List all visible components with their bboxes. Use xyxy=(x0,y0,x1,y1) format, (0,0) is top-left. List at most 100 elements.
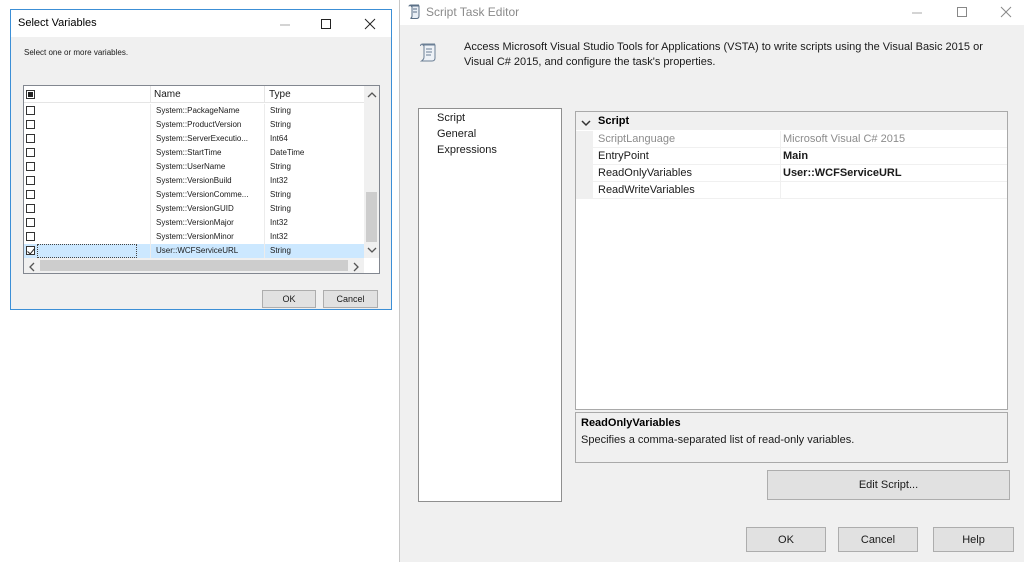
property-value: Microsoft Visual C# 2015 xyxy=(783,133,906,145)
select-variables-titlebar: Select Variables xyxy=(11,10,391,37)
chevron-left-icon[interactable] xyxy=(26,260,38,272)
variable-row[interactable]: System::VersionGUID String xyxy=(24,202,364,216)
property-value[interactable]: Main xyxy=(783,150,808,162)
variable-name: System::VersionMinor xyxy=(156,232,234,241)
column-header-name[interactable]: Name xyxy=(154,89,181,100)
help-title: ReadOnlyVariables xyxy=(581,417,681,429)
variable-checkbox[interactable] xyxy=(26,148,35,157)
property-name: ReadOnlyVariables xyxy=(598,167,692,179)
help-text: Specifies a comma-separated list of read… xyxy=(581,434,855,446)
variable-name: System::VersionGUID xyxy=(156,204,234,213)
category-label: Script xyxy=(598,115,630,127)
variable-checkbox[interactable] xyxy=(26,218,35,227)
variable-name: System::PackageName xyxy=(156,106,240,115)
dialog-instruction: Select one or more variables. xyxy=(24,48,129,57)
script-task-editor-titlebar: Script Task Editor xyxy=(400,0,1024,25)
variable-checkbox[interactable] xyxy=(26,134,35,143)
variable-name: System::VersionMajor xyxy=(156,218,234,227)
variable-name: System::UserName xyxy=(156,162,226,171)
variables-list: Name Type System::PackageName String Sys… xyxy=(23,85,380,274)
variable-type: String xyxy=(270,120,291,129)
variable-row-selected[interactable]: User::WCFServiceURL String xyxy=(24,244,364,258)
select-all-checkbox[interactable] xyxy=(26,90,35,99)
window-title: Script Task Editor xyxy=(426,5,520,19)
variable-name: User::WCFServiceURL xyxy=(156,246,239,255)
cancel-button[interactable]: Cancel xyxy=(323,290,378,308)
property-row-readwritevariables[interactable]: ReadWriteVariables xyxy=(576,182,1007,199)
dialog-title: Select Variables xyxy=(18,17,97,29)
list-header: Name Type xyxy=(24,86,364,103)
property-name: EntryPoint xyxy=(598,150,649,162)
close-button[interactable] xyxy=(360,15,380,33)
variable-row[interactable]: System::VersionBuild Int32 xyxy=(24,174,364,188)
property-name: ReadWriteVariables xyxy=(598,184,695,196)
variable-row[interactable]: System::VersionComme... String xyxy=(24,188,364,202)
variable-type: Int32 xyxy=(270,176,288,185)
nav-item-expressions[interactable]: Expressions xyxy=(437,144,497,156)
property-row-scriptlanguage[interactable]: ScriptLanguage Microsoft Visual C# 2015 xyxy=(576,131,1007,148)
property-row-readonlyvariables[interactable]: ReadOnlyVariables User::WCFServiceURL xyxy=(576,165,1007,182)
script-scroll-icon xyxy=(418,42,440,64)
variable-type: Int32 xyxy=(270,218,288,227)
variable-type: Int64 xyxy=(270,134,288,143)
chevron-right-icon[interactable] xyxy=(350,260,362,272)
property-help-panel: ReadOnlyVariables Specifies a comma-sepa… xyxy=(575,412,1008,463)
help-button[interactable]: Help xyxy=(933,527,1014,552)
scrollbar-thumb[interactable] xyxy=(40,260,348,271)
horizontal-scrollbar[interactable] xyxy=(24,258,364,273)
variable-checkbox[interactable] xyxy=(26,190,35,199)
chevron-down-icon[interactable] xyxy=(366,243,378,255)
variable-checkbox[interactable] xyxy=(26,106,35,115)
variable-row[interactable]: System::UserName String xyxy=(24,160,364,174)
close-button[interactable] xyxy=(996,3,1016,21)
property-row-entrypoint[interactable]: EntryPoint Main xyxy=(576,148,1007,165)
edit-script-button[interactable]: Edit Script... xyxy=(767,470,1010,500)
ok-button[interactable]: OK xyxy=(746,527,826,552)
variable-type: String xyxy=(270,190,291,199)
property-grid: Script ScriptLanguage Microsoft Visual C… xyxy=(575,111,1008,410)
property-name: ScriptLanguage xyxy=(598,133,676,145)
variable-row[interactable]: System::ProductVersion String xyxy=(24,118,364,132)
variable-checkbox[interactable] xyxy=(26,232,35,241)
editor-nav-list: Script General Expressions xyxy=(418,108,562,502)
maximize-button[interactable] xyxy=(952,3,972,21)
variable-type: Int32 xyxy=(270,232,288,241)
maximize-button[interactable] xyxy=(316,15,336,33)
scrollbar-thumb[interactable] xyxy=(366,192,377,242)
variable-name: System::ServerExecutio... xyxy=(156,134,249,143)
variable-checkbox[interactable] xyxy=(26,176,35,185)
nav-item-script[interactable]: Script xyxy=(437,112,465,124)
chevron-down-icon[interactable] xyxy=(581,115,591,127)
variable-type: String xyxy=(270,106,291,115)
variable-row[interactable]: System::VersionMinor Int32 xyxy=(24,230,364,244)
variable-checkbox[interactable] xyxy=(26,120,35,129)
property-category-script[interactable]: Script xyxy=(576,112,1007,130)
variable-row[interactable]: System::VersionMajor Int32 xyxy=(24,216,364,230)
variable-row[interactable]: System::StartTime DateTime xyxy=(24,146,364,160)
variable-row[interactable]: System::PackageName String xyxy=(24,104,364,118)
cancel-button[interactable]: Cancel xyxy=(838,527,918,552)
variable-name: System::VersionComme... xyxy=(156,190,249,199)
editor-description: Access Microsoft Visual Studio Tools for… xyxy=(464,41,983,68)
minimize-button[interactable] xyxy=(275,15,295,33)
script-task-editor-window: Script Task Editor Access Microsoft Visu… xyxy=(399,0,1024,562)
variable-row[interactable]: System::ServerExecutio... Int64 xyxy=(24,132,364,146)
variable-type: DateTime xyxy=(270,148,305,157)
minimize-button[interactable] xyxy=(907,3,927,21)
variable-type: String xyxy=(270,246,291,255)
variable-type: String xyxy=(270,162,291,171)
vertical-scrollbar[interactable] xyxy=(364,86,379,258)
variable-checkbox[interactable] xyxy=(26,162,35,171)
select-variables-dialog: Select Variables Select one or more vari… xyxy=(10,9,392,310)
ok-button[interactable]: OK xyxy=(262,290,316,308)
variable-checkbox[interactable] xyxy=(26,204,35,213)
variable-type: String xyxy=(270,204,291,213)
nav-item-general[interactable]: General xyxy=(437,128,476,140)
variable-name: System::StartTime xyxy=(156,148,222,157)
variable-checkbox-checked[interactable] xyxy=(26,246,35,255)
variable-name: System::VersionBuild xyxy=(156,176,232,185)
column-header-type[interactable]: Type xyxy=(269,89,291,100)
script-scroll-icon xyxy=(408,4,422,20)
property-value[interactable]: User::WCFServiceURL xyxy=(783,167,902,179)
chevron-up-icon[interactable] xyxy=(366,88,378,100)
